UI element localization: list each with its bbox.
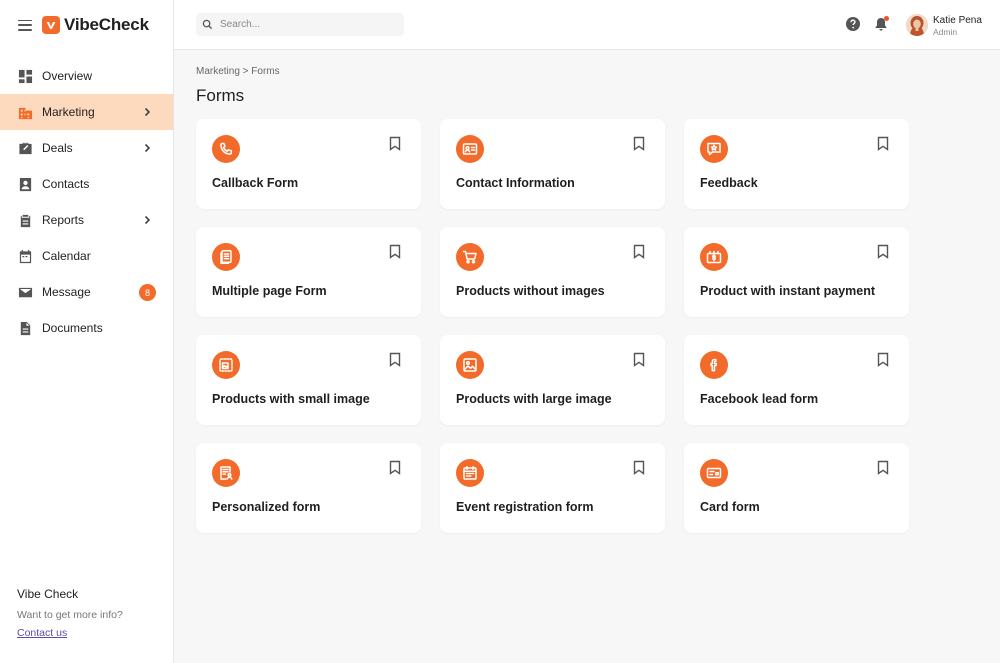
form-card-multiple-page[interactable]: Multiple page Form (196, 227, 421, 317)
document-icon (17, 320, 33, 336)
sidebar-item-label: Documents (42, 321, 103, 335)
footer-title: Vibe Check (17, 587, 79, 601)
chevron-right-icon (141, 106, 153, 118)
form-card-label: Multiple page Form (212, 284, 327, 298)
phone-icon (212, 135, 240, 163)
form-card-label: Products with small image (212, 392, 370, 406)
clipboard-icon (17, 212, 33, 228)
form-card-personalized[interactable]: Personalized form (196, 443, 421, 533)
user-role: Admin (933, 27, 958, 37)
form-card-facebook-lead[interactable]: Facebook lead form (684, 335, 909, 425)
sidebar-item-label: Reports (42, 213, 85, 227)
sidebar-item-label: Overview (42, 69, 93, 83)
brand-name: VibeCheck (64, 15, 149, 34)
bookmark-icon[interactable] (877, 136, 889, 151)
bookmark-icon[interactable] (389, 460, 401, 475)
search-input[interactable] (220, 19, 400, 30)
sidebar: VibeCheck Overview Marketing Deals Conta… (0, 0, 174, 663)
sidebar-item-label: Deals (42, 141, 73, 155)
payment-icon (700, 243, 728, 271)
bookmark-icon[interactable] (633, 352, 645, 367)
top-header: Katie Pena Admin (174, 0, 1000, 50)
breadcrumb: Marketing > Forms (196, 66, 280, 77)
forms-grid: Callback Form Contact Information Feedba… (196, 119, 909, 533)
feedback-icon (700, 135, 728, 163)
sidebar-item-calendar[interactable]: Calendar (0, 238, 173, 274)
sidebar-item-contacts[interactable]: Contacts (0, 166, 173, 202)
form-card-products-small-image[interactable]: Products with small image (196, 335, 421, 425)
id-card-icon (456, 135, 484, 163)
menu-icon[interactable] (18, 19, 32, 31)
bookmark-icon[interactable] (877, 352, 889, 367)
message-count-badge: 8 (139, 284, 156, 301)
form-card-card-form[interactable]: Card form (684, 443, 909, 533)
building-icon (17, 104, 33, 120)
small-image-icon (212, 351, 240, 379)
form-card-label: Facebook lead form (700, 392, 819, 406)
chevron-right-icon (141, 214, 153, 226)
user-name: Katie Pena (933, 15, 982, 26)
help-icon[interactable] (845, 16, 861, 32)
sidebar-item-marketing[interactable]: Marketing (0, 94, 173, 130)
personalized-form-icon (212, 459, 240, 487)
bookmark-icon[interactable] (389, 244, 401, 259)
bookmark-icon[interactable] (877, 460, 889, 475)
notification-bell-icon[interactable] (873, 16, 889, 32)
bookmark-icon[interactable] (633, 244, 645, 259)
event-icon (456, 459, 484, 487)
dashboard-icon (17, 68, 33, 84)
mail-icon (17, 284, 33, 300)
sidebar-item-label: Message (42, 285, 91, 299)
search-bar[interactable] (196, 13, 404, 36)
form-card-products-large-image[interactable]: Products with large image (440, 335, 665, 425)
sidebar-item-label: Calendar (42, 249, 91, 263)
briefcase-icon (17, 140, 33, 156)
brand: VibeCheck (0, 0, 173, 50)
sidebar-item-message[interactable]: Message 8 (0, 274, 173, 310)
image-icon (456, 351, 484, 379)
bookmark-icon[interactable] (389, 352, 401, 367)
form-card-label: Callback Form (212, 176, 299, 190)
notification-dot (884, 16, 889, 21)
calendar-icon (17, 248, 33, 264)
card-icon (700, 459, 728, 487)
sidebar-nav: Overview Marketing Deals Contacts Report… (0, 58, 173, 346)
sidebar-item-documents[interactable]: Documents (0, 310, 173, 346)
logo-icon (42, 16, 60, 34)
sidebar-item-reports[interactable]: Reports (0, 202, 173, 238)
form-card-callback[interactable]: Callback Form (196, 119, 421, 209)
bookmark-icon[interactable] (633, 136, 645, 151)
sidebar-item-overview[interactable]: Overview (0, 58, 173, 94)
sidebar-footer: Vibe Check Want to get more info? Contac… (17, 587, 123, 639)
form-card-products-without-images[interactable]: Products without images (440, 227, 665, 317)
form-card-label: Products with large image (456, 392, 612, 406)
contact-us-link[interactable]: Contact us (17, 627, 123, 639)
bookmark-icon[interactable] (389, 136, 401, 151)
chevron-right-icon (141, 142, 153, 154)
facebook-icon (700, 351, 728, 379)
avatar[interactable] (906, 14, 928, 36)
form-card-contact-information[interactable]: Contact Information (440, 119, 665, 209)
form-card-label: Contact Information (456, 176, 575, 190)
form-card-label: Card form (700, 500, 760, 514)
form-card-label: Product with instant payment (700, 284, 876, 298)
footer-subtitle: Want to get more info? (17, 609, 123, 621)
form-card-label: Feedback (700, 176, 758, 190)
form-card-product-instant-payment[interactable]: Product with instant payment (684, 227, 909, 317)
form-card-label: Products without images (456, 284, 605, 298)
bookmark-icon[interactable] (633, 460, 645, 475)
form-card-label: Personalized form (212, 500, 321, 514)
bookmark-icon[interactable] (877, 244, 889, 259)
sidebar-item-label: Marketing (42, 105, 95, 119)
form-card-event-registration[interactable]: Event registration form (440, 443, 665, 533)
sidebar-item-label: Contacts (42, 177, 90, 191)
form-card-label: Event registration form (456, 500, 594, 514)
pages-icon (212, 243, 240, 271)
search-icon (202, 19, 213, 30)
contact-icon (17, 176, 33, 192)
cart-icon (456, 243, 484, 271)
sidebar-item-deals[interactable]: Deals (0, 130, 173, 166)
form-card-feedback[interactable]: Feedback (684, 119, 909, 209)
page-title: Forms (196, 86, 245, 105)
